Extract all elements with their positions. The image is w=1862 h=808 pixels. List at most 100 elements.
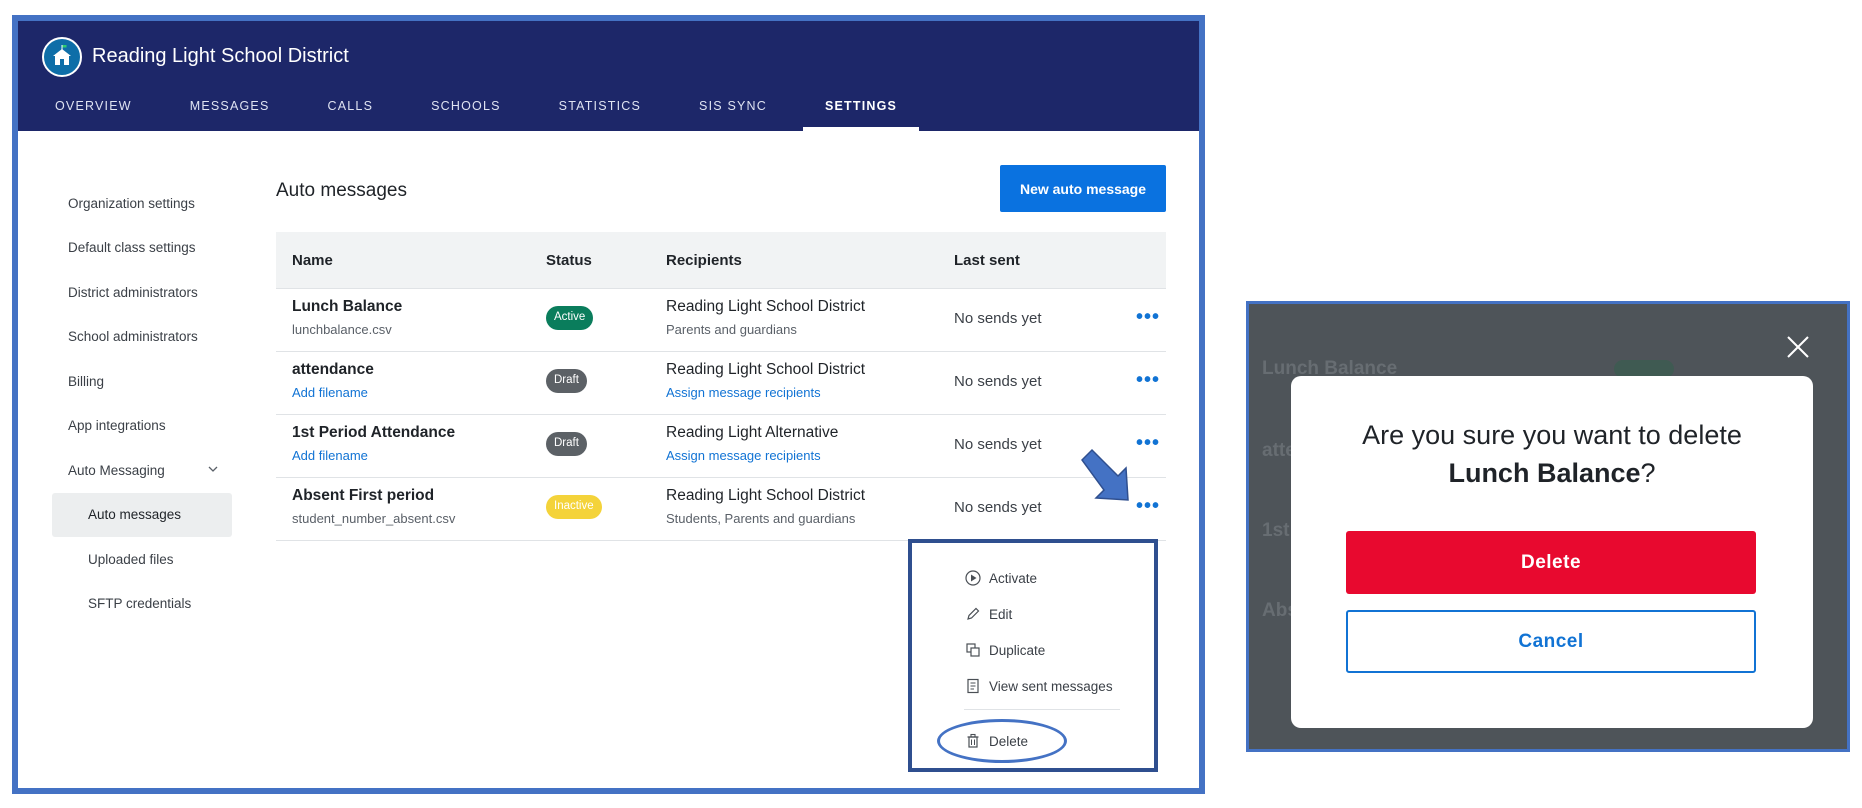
menu-item-view-sent-messages[interactable]: View sent messages [964,674,1113,698]
recipient-name: Reading Light School District [666,298,866,315]
page-title: Auto messages [276,180,407,201]
new-auto-message-button[interactable]: New auto message [1000,165,1166,212]
assign-recipients-link[interactable]: Assign message recipients [666,448,838,463]
sidebar-item-default-class-settings[interactable]: Default class settings [52,226,232,271]
column-header-last-sent: Last sent [954,252,1020,269]
recipient-group: Parents and guardians [666,322,797,337]
status-badge: Draft [546,432,587,456]
sidebar-item-label: Billing [68,373,105,389]
sidebar-item-label: Auto messages [88,507,182,523]
last-sent-value: No sends yet [954,310,1042,327]
sidebar-item-label: Uploaded files [88,551,174,567]
message-name[interactable]: attendance [292,361,374,379]
row-actions-menu: Activate Edit Duplicate View sent messag… [908,539,1158,772]
tab-sis-sync[interactable]: SIS SYNC [677,91,789,131]
message-name[interactable]: Lunch Balance [292,298,402,316]
auto-messages-table: Name Status Recipients Last sent Lunch B… [276,232,1166,541]
sidebar-item-label: Default class settings [68,240,196,256]
menu-item-label: Activate [989,570,1038,586]
dialog-question-mark: ? [1640,458,1656,488]
last-sent-value: No sends yet [954,499,1042,516]
menu-item-duplicate[interactable]: Duplicate [964,638,1045,662]
name-cell: 1st Period Attendance Add filename [292,424,455,463]
recipient-group: Students, Parents and guardians [666,511,856,526]
background-row-name: Absent First period [1262,600,1292,621]
column-header-recipients: Recipients [666,252,742,269]
status-badge: Draft [546,369,587,393]
recipients-cell: Reading Light School District Parents an… [666,298,865,337]
recipients-cell: Reading Light Alternative Assign message… [666,424,838,463]
name-cell: Absent First period student_number_absen… [292,487,455,526]
background-row-name: attendance [1262,440,1292,461]
message-filename: student_number_absent.csv [292,511,456,526]
more-options-icon[interactable]: ••• [1136,370,1160,390]
tab-messages[interactable]: MESSAGES [168,91,292,131]
sidebar-item-label: District administrators [68,284,198,300]
cancel-button[interactable]: Cancel [1346,610,1756,673]
organization-name: Reading Light School District [92,45,349,67]
confirm-delete-button[interactable]: Delete [1346,531,1756,594]
tab-statistics[interactable]: STATISTICS [537,91,663,131]
name-cell: attendance Add filename [292,361,374,400]
play-circle-icon [965,570,981,586]
duplicate-icon [966,643,980,657]
sidebar-item-organization-settings[interactable]: Organization settings [52,181,232,226]
recipient-name: Reading Light School District [666,361,866,378]
delete-confirmation-screenshot: Lunch Balance attendance 1st Period Atte… [1246,301,1850,752]
table-header: Name Status Recipients Last sent [276,232,1166,289]
status-badge: Inactive [546,495,602,519]
sidebar-item-label: SFTP credentials [88,596,192,612]
table-row[interactable]: Lunch Balance lunchbalance.csv Active Re… [276,289,1166,352]
sidebar-item-billing[interactable]: Billing [52,359,232,404]
more-options-icon[interactable]: ••• [1136,307,1160,327]
tab-schools[interactable]: SCHOOLS [409,91,523,131]
column-header-status: Status [546,252,592,269]
dialog-item-name: Lunch Balance [1448,458,1641,488]
menu-divider [964,709,1120,710]
delete-confirmation-dialog: Are you sure you want to delete Lunch Ba… [1291,376,1813,728]
sidebar-item-sftp-credentials[interactable]: SFTP credentials [52,582,232,627]
document-icon [967,678,979,694]
school-logo-icon [42,37,82,77]
status-cell: Draft [546,369,587,393]
status-cell: Draft [546,432,587,456]
tab-overview[interactable]: OVERVIEW [33,91,154,131]
dialog-question: Are you sure you want to delete [1362,420,1742,450]
table-row[interactable]: 1st Period Attendance Add filename Draft… [276,415,1166,478]
sidebar-item-uploaded-files[interactable]: Uploaded files [52,537,232,582]
message-name[interactable]: 1st Period Attendance [292,424,455,442]
column-header-name: Name [292,252,333,269]
sidebar-item-school-administrators[interactable]: School administrators [52,315,232,360]
annotation-arrow-icon [1081,448,1129,501]
status-cell: Active [546,306,594,330]
sidebar-item-label: Auto Messaging [68,462,165,478]
recipient-name: Reading Light School District [666,487,866,504]
sidebar-item-app-integrations[interactable]: App integrations [52,404,232,449]
table-row[interactable]: attendance Add filename Draft Reading Li… [276,352,1166,415]
annotation-highlight-ellipse [937,719,1067,763]
sidebar-item-auto-messaging[interactable]: Auto Messaging [52,448,232,493]
top-navigation-bar: Reading Light School District OVERVIEW M… [18,21,1199,131]
sidebar-item-label: Organization settings [68,195,195,211]
sidebar-item-label: School administrators [68,329,198,345]
message-name[interactable]: Absent First period [292,487,455,505]
menu-item-edit[interactable]: Edit [964,602,1012,626]
sidebar-item-auto-messages[interactable]: Auto messages [52,492,232,537]
menu-item-activate[interactable]: Activate [964,566,1037,590]
tab-calls[interactable]: CALLS [306,91,396,131]
add-filename-link[interactable]: Add filename [292,448,455,463]
name-cell: Lunch Balance lunchbalance.csv [292,298,402,337]
dialog-message: Are you sure you want to delete Lunch Ba… [1291,416,1813,492]
tab-settings[interactable]: SETTINGS [802,91,920,131]
table-row[interactable]: Absent First period student_number_absen… [276,478,1166,541]
main-nav-tabs: OVERVIEW MESSAGES CALLS SCHOOLS STATISTI… [18,91,920,131]
close-icon[interactable] [1784,333,1812,361]
menu-body: Activate Edit Duplicate View sent messag… [918,549,1148,763]
menu-item-label: View sent messages [989,678,1113,694]
assign-recipients-link[interactable]: Assign message recipients [666,385,865,400]
sidebar-item-district-administrators[interactable]: District administrators [52,270,232,315]
settings-sidebar: Organization settings Default class sett… [52,181,232,626]
add-filename-link[interactable]: Add filename [292,385,374,400]
recipients-cell: Reading Light School District Students, … [666,487,865,526]
status-badge: Active [546,306,594,330]
